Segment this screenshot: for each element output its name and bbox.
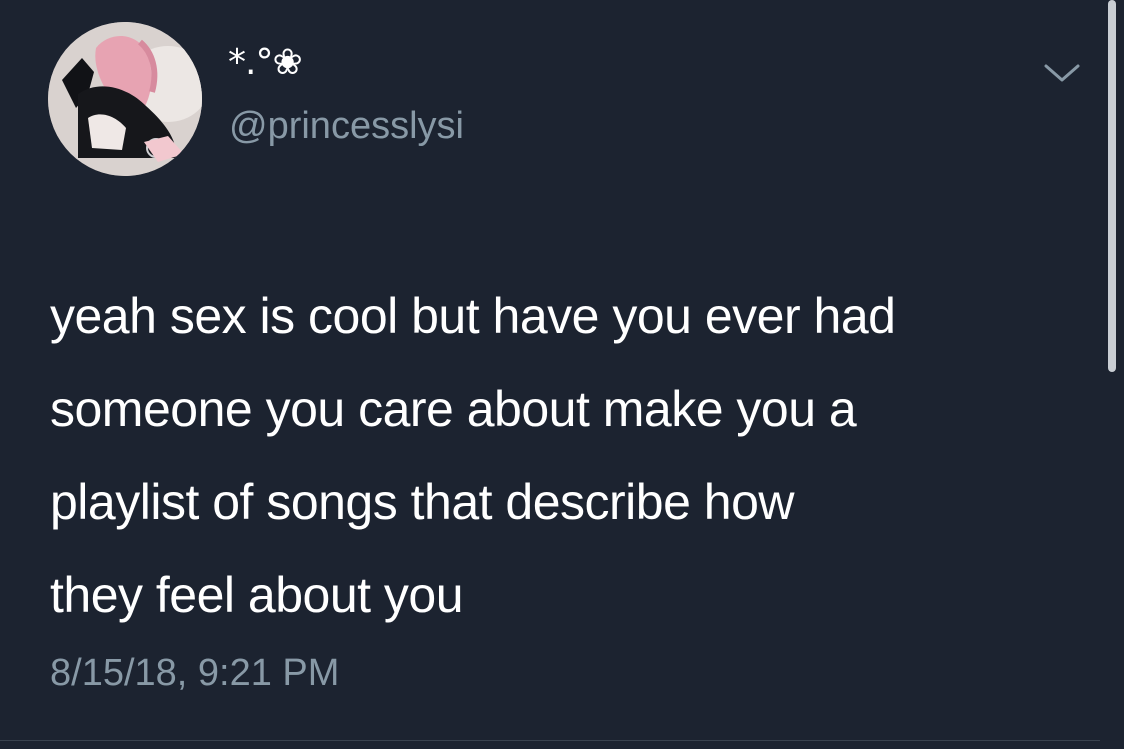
display-name[interactable]: *.°❀ [228,40,303,86]
avatar-photo-icon [48,22,202,176]
tweet-text-line: they feel about you [50,567,464,623]
chevron-down-icon[interactable] [1040,58,1084,88]
user-handle[interactable]: @princesslysi [229,103,464,149]
avatar[interactable] [48,22,202,176]
tweet-text-line: playlist of songs that describe how [50,474,795,530]
scrollbar[interactable] [1108,0,1116,372]
tweet-text-line: yeah sex is cool but have you ever had [50,288,896,344]
tweet-text-line: someone you care about make you a [50,381,857,437]
tweet-timestamp: 8/15/18, 9:21 PM [50,652,340,694]
divider [0,740,1100,741]
tweet-text: yeah sex is cool but have you ever had s… [50,270,1100,642]
tweet-card: *.°❀ @princesslysi yeah sex is cool but … [0,0,1124,749]
